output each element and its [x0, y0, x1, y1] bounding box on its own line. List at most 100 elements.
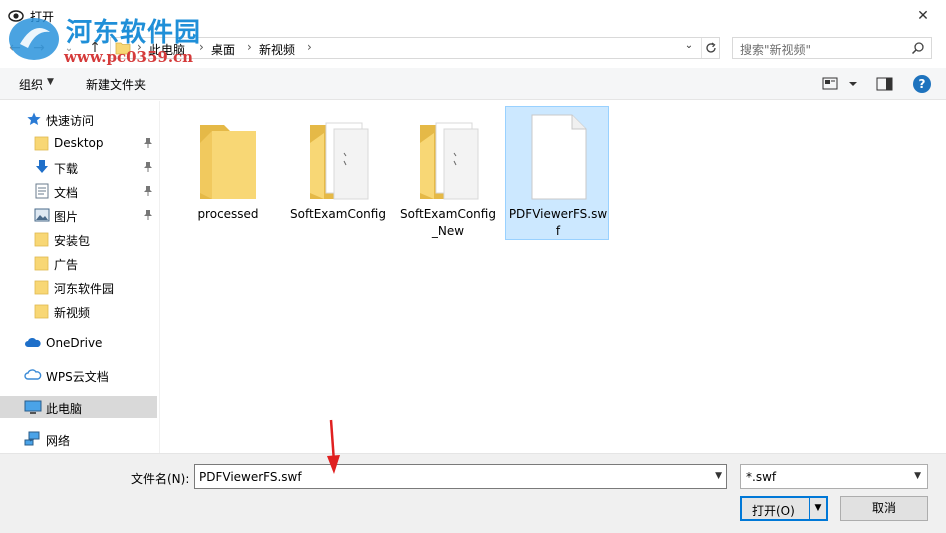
computer-icon	[24, 399, 42, 415]
download-icon	[34, 159, 50, 175]
file-type-value: *.swf	[746, 470, 777, 484]
folder-with-files-icon	[300, 113, 376, 201]
file-list-view: processed SoftExamConfig SoftExamConfig_…	[161, 101, 946, 453]
sidebar-item-label: Desktop	[54, 136, 104, 150]
chevron-down-icon: ⌄	[64, 42, 74, 54]
recent-locations-button[interactable]: ⌄	[58, 38, 80, 58]
filename-input[interactable]: PDFViewerFS.swf ▼	[194, 464, 727, 489]
document-icon	[34, 183, 50, 199]
file-name: PDFViewerFS.swf	[508, 207, 608, 238]
file-item-file[interactable]: PDFViewerFS.swf	[505, 106, 609, 240]
breadcrumb-separator: ›	[199, 40, 204, 54]
search-placeholder: 搜索"新视频"	[740, 43, 812, 57]
file-item-folder[interactable]: SoftExamConfig_New	[395, 106, 499, 240]
back-button[interactable]: ←	[4, 38, 26, 58]
sidebar-item-label: 文档	[54, 186, 79, 200]
sidebar-item-network[interactable]: 网络	[0, 428, 157, 450]
sidebar-item-label: 网络	[46, 434, 71, 448]
sidebar-item-label: 河东软件园	[54, 282, 115, 296]
folder-icon	[34, 135, 50, 151]
file-item-folder[interactable]: processed	[175, 106, 279, 240]
breadcrumb-item[interactable]: 新视频	[259, 41, 295, 58]
folder-icon	[34, 303, 50, 319]
sidebar-item-label: 安装包	[54, 234, 91, 248]
close-button[interactable]: ✕	[900, 0, 946, 32]
breadcrumb-item[interactable]: 此电脑	[149, 41, 185, 58]
pictures-icon	[34, 207, 50, 223]
open-button[interactable]: 打开(O) ▼	[740, 496, 828, 521]
search-icon	[911, 41, 925, 58]
sidebar-item-quick-access[interactable]: 快速访问	[0, 108, 157, 130]
sidebar-item-folder[interactable]: 河东软件园	[0, 276, 157, 298]
cloud-icon	[24, 335, 41, 351]
view-options-button[interactable]	[822, 76, 862, 92]
breadcrumb-separator: ›	[137, 40, 142, 54]
folder-icon	[34, 279, 50, 295]
pin-icon	[143, 209, 153, 221]
sidebar-item-folder[interactable]: 新视频	[0, 300, 157, 322]
folder-icon	[34, 255, 50, 271]
search-input[interactable]: 搜索"新视频"	[732, 37, 932, 59]
sidebar-item-desktop[interactable]: Desktop	[0, 132, 157, 154]
refresh-icon	[705, 42, 716, 53]
open-options-dropdown[interactable]: ▼	[809, 498, 826, 519]
forward-button[interactable]: →	[28, 38, 50, 58]
preview-pane-button[interactable]	[876, 76, 894, 92]
file-type-select[interactable]: *.swf ▼	[740, 464, 928, 489]
open-button-label: 打开(O)	[752, 504, 795, 518]
back-arrow-icon: ←	[9, 40, 21, 56]
address-dropdown-icon[interactable]: ⌄	[681, 40, 697, 56]
dialog-footer: 文件名(N): PDFViewerFS.swf ▼ *.swf ▼ 打开(O) …	[0, 453, 946, 533]
help-button[interactable]: ?	[913, 75, 931, 93]
red-arrow-annotation-icon	[327, 419, 340, 474]
filename-label: 文件名(N):	[131, 472, 190, 486]
sidebar-item-label: 广告	[54, 258, 79, 272]
pin-icon	[143, 137, 153, 149]
sidebar-item-label: 图片	[54, 210, 79, 224]
address-bar[interactable]: › 此电脑 › 桌面 › 新视频 › ⌄	[110, 37, 720, 59]
up-button[interactable]: ↑	[84, 38, 106, 58]
cloud-outline-icon	[24, 367, 42, 383]
network-icon	[24, 431, 40, 447]
sidebar-item-label: 快速访问	[46, 114, 95, 128]
sidebar-item-documents[interactable]: 文档	[0, 180, 157, 202]
blank-file-icon	[520, 113, 596, 201]
new-folder-button[interactable]: 新建文件夹	[86, 76, 146, 93]
folder-icon	[34, 231, 50, 247]
file-item-folder[interactable]: SoftExamConfig	[285, 106, 389, 240]
sidebar-item-label: OneDrive	[46, 336, 103, 350]
command-toolbar: 组织 ▼ 新建文件夹 ?	[0, 68, 946, 100]
pin-icon	[143, 185, 153, 197]
sidebar-item-label: 下载	[54, 162, 79, 176]
breadcrumb-separator: ›	[247, 40, 252, 54]
forward-arrow-icon: →	[33, 40, 45, 56]
filename-value: PDFViewerFS.swf	[199, 470, 302, 484]
chevron-down-icon[interactable]: ▼	[715, 471, 722, 481]
sidebar-item-label: 此电脑	[46, 402, 83, 416]
sidebar-item-wps-cloud[interactable]: WPS云文档	[0, 364, 157, 386]
breadcrumb-separator: ›	[307, 40, 312, 54]
sidebar-item-folder[interactable]: 广告	[0, 252, 157, 274]
window-title: 打开	[30, 10, 55, 24]
eye-app-icon	[8, 8, 24, 24]
up-arrow-icon: ↑	[89, 40, 101, 56]
chevron-down-icon: ▼	[914, 471, 921, 481]
cancel-button[interactable]: 取消	[840, 496, 928, 521]
sidebar-item-pictures[interactable]: 图片	[0, 204, 157, 226]
sidebar-item-label: WPS云文档	[46, 370, 109, 384]
close-icon: ✕	[917, 8, 929, 24]
navigation-pane: 快速访问 Desktop 下载 文档 图片 安装包 广告 河东软件园 新视频 O…	[0, 101, 160, 453]
preview-pane-icon	[876, 77, 893, 91]
sidebar-item-this-pc[interactable]: 此电脑	[0, 396, 157, 418]
sidebar-item-onedrive[interactable]: OneDrive	[0, 332, 157, 354]
breadcrumb-item[interactable]: 桌面	[211, 41, 235, 58]
folder-icon	[190, 113, 266, 201]
folder-icon	[115, 41, 131, 58]
refresh-button[interactable]	[701, 38, 719, 58]
sidebar-item-downloads[interactable]: 下载	[0, 156, 157, 178]
file-name: SoftExamConfig	[290, 207, 386, 221]
star-icon	[26, 111, 42, 127]
sidebar-item-folder[interactable]: 安装包	[0, 228, 157, 250]
folder-with-files-icon	[410, 113, 486, 201]
organize-button[interactable]: 组织	[19, 76, 43, 93]
